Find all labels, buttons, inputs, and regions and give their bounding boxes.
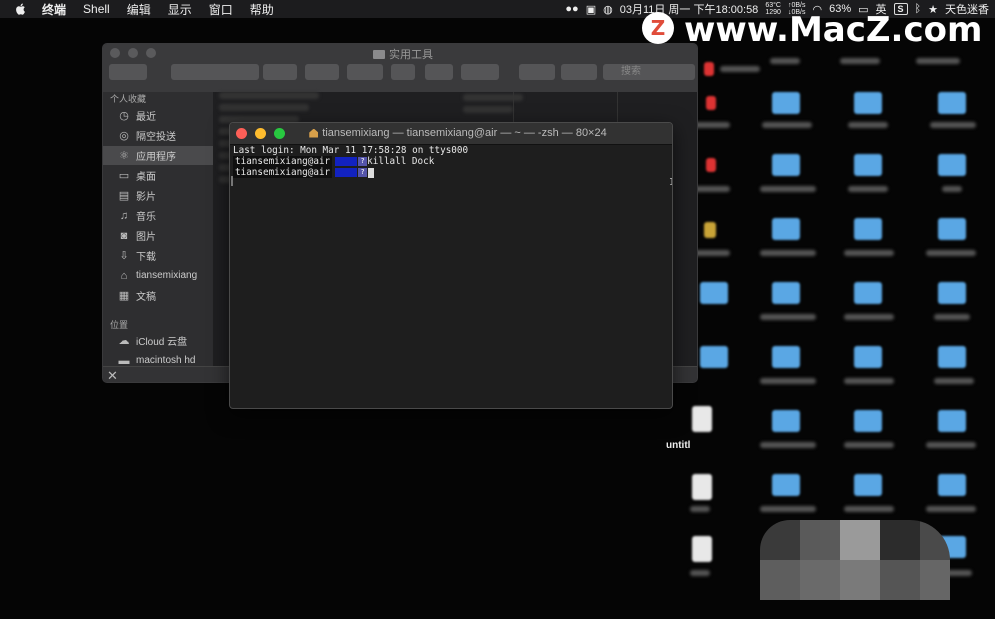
desktop-file-label[interactable]: untitl [666, 440, 690, 451]
menu-help[interactable]: 帮助 [250, 1, 274, 18]
minimize-button[interactable] [255, 128, 266, 139]
sidebar-item-downloads[interactable]: ⇩ 下载 [103, 246, 213, 265]
airdrop-icon: ◎ [119, 130, 129, 142]
add-button[interactable] [561, 64, 597, 80]
terminal-last-login: Last login: Mon Mar 11 17:58:28 on ttys0… [233, 145, 469, 156]
prompt-mark: ? [358, 168, 368, 177]
sidebar-item-icloud[interactable]: ☁ iCloud 云盘 [103, 331, 213, 350]
logo-letter: Z [650, 16, 666, 40]
menu-edit[interactable]: 编辑 [127, 1, 151, 18]
command-text: killall Dock [367, 156, 435, 167]
watermark: Z www.MacZ.com [636, 8, 995, 52]
macz-logo: Z [642, 12, 674, 44]
menu-shell[interactable]: Shell [83, 2, 110, 16]
finder-titlebar[interactable]: 实用工具 搜索 [103, 44, 697, 92]
documents-icon: ▦ [118, 290, 130, 302]
sidebar-item-documents[interactable]: ▦ 文稿 [103, 286, 213, 305]
desktop-item[interactable] [704, 62, 714, 76]
dots-icon[interactable]: ●● [565, 3, 578, 15]
back-forward-buttons[interactable] [109, 64, 147, 80]
sidebar-item-airdrop[interactable]: ◎ 隔空投送 [103, 126, 213, 145]
group-button[interactable] [263, 64, 297, 80]
locations-header: 位置 [110, 320, 129, 330]
menu-view[interactable]: 显示 [168, 1, 192, 18]
terminal-title: tiansemixiang — tiansemixiang@air — ~ — … [308, 127, 608, 139]
sidebar-item-applications[interactable]: ⚛ 应用程序 [103, 146, 213, 165]
close-icon[interactable]: ✕ [107, 368, 118, 382]
search-input[interactable]: 搜索 [603, 64, 695, 80]
sidebar-item-pictures[interactable]: ◙ 图片 [103, 226, 213, 245]
home-icon: ⌂ [120, 269, 128, 282]
file-button[interactable] [461, 64, 499, 80]
menu-terminal[interactable]: 终端 [42, 1, 66, 18]
applications-icon: ⚛ [119, 150, 129, 162]
apple-menu-icon[interactable] [14, 2, 28, 16]
mosaic-redaction [760, 520, 950, 600]
sidebar-item-music[interactable]: ♫ 音乐 [103, 206, 213, 225]
view-mode-buttons[interactable] [171, 64, 259, 80]
globe-icon[interactable]: ◍ [603, 3, 613, 16]
prompt-user: tiansemixiang@air [233, 167, 333, 178]
arrange-button[interactable] [347, 64, 383, 80]
downloads-icon: ⇩ [119, 250, 129, 262]
close-button[interactable] [110, 48, 120, 58]
zoom-button[interactable] [274, 128, 285, 139]
terminal-line-prompt: tiansemixiang@air ? [233, 167, 375, 178]
finder-title: 实用工具 [373, 46, 433, 62]
favorites-header: 个人收藏 [110, 94, 147, 104]
share-button[interactable] [391, 64, 415, 80]
terminal-window[interactable]: tiansemixiang — tiansemixiang@air — ~ — … [229, 122, 673, 409]
finder-title-text: 实用工具 [389, 49, 433, 61]
close-button[interactable] [236, 128, 247, 139]
terminal-window-controls [236, 128, 285, 139]
cloud-icon: ☁ [118, 335, 130, 347]
menu-window[interactable]: 窗口 [209, 1, 233, 18]
folder-icon [373, 49, 385, 59]
movies-icon: ▤ [118, 190, 130, 202]
ibeam-cursor-icon: I [669, 177, 672, 188]
sidebar-item-desktop[interactable]: ▭ 桌面 [103, 166, 213, 185]
prompt-user: tiansemixiang@air [233, 156, 333, 167]
terminal-line-command: tiansemixiang@air ? killall Dock [233, 156, 434, 167]
clock-icon: ◷ [119, 110, 129, 122]
finder-sidebar: 个人收藏 ◷ 最近 ◎ 隔空投送 ⚛ 应用程序 ▭ 桌面 ▤ 影片 ♫ 音乐 ◙… [103, 92, 213, 368]
pictures-icon: ◙ [120, 229, 128, 242]
terminal-titlebar[interactable]: tiansemixiang — tiansemixiang@air — ~ — … [230, 123, 672, 145]
text-cursor [368, 167, 375, 178]
file-icon[interactable] [692, 406, 712, 432]
desktop-icon: ▭ [118, 170, 130, 182]
terminal-output[interactable]: Last login: Mon Mar 11 17:58:28 on ttys0… [230, 145, 672, 408]
prompt-mark: ? [358, 157, 368, 166]
action-button[interactable] [305, 64, 339, 80]
music-icon: ♫ [119, 209, 129, 222]
zoom-button[interactable] [146, 48, 156, 58]
finder-window-controls [110, 48, 156, 58]
prompt-dir-segment [335, 168, 358, 177]
home-icon [309, 128, 319, 138]
sidebar-item-home[interactable]: ⌂ tiansemixiang [103, 266, 213, 285]
sidebar-item-recent[interactable]: ◷ 最近 [103, 106, 213, 125]
prompt-dir-segment [335, 157, 358, 166]
tag-button[interactable] [425, 64, 453, 80]
watermark-text: www.MacZ.com [684, 10, 983, 50]
message-icon[interactable]: ▣ [586, 3, 596, 16]
sidebar-item-movies[interactable]: ▤ 影片 [103, 186, 213, 205]
terminal-title-text: tiansemixiang — tiansemixiang@air — ~ — … [322, 127, 607, 139]
trash-button[interactable] [519, 64, 555, 80]
minimize-button[interactable] [128, 48, 138, 58]
